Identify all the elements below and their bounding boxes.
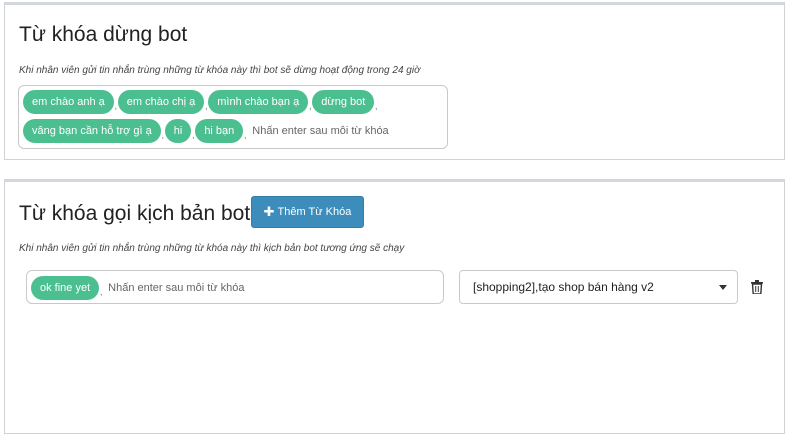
keyword-tag-item: em chào anh ạ, [23,90,118,114]
trigger-keywords-panel: Từ khóa gọi kịch bản bot ✚ Thêm Từ Khóa … [4,179,785,434]
keyword-tag[interactable]: em chào chị ạ [117,90,205,114]
trash-icon[interactable] [751,280,763,294]
trigger-keywords-tag-input[interactable]: ok fine yet, [26,270,444,304]
keyword-tag[interactable]: mình chào bạn ạ [208,90,309,114]
stop-keywords-tag-input[interactable]: em chào anh ạ, em chào chị ạ, mình chào bạ… [18,85,448,149]
keyword-tag[interactable]: ok fine yet [31,276,100,300]
trigger-keywords-hint: Khi nhân viên gửi tin nhắn trùng những t… [19,243,405,254]
keyword-tag[interactable]: hi [164,119,192,143]
keyword-tag-item: ok fine yet, [31,276,103,300]
keyword-tag-item: hi bạn, [195,119,247,143]
keyword-tag-item: vâng bạn cần hỗ trợ gì ạ, [23,119,165,143]
tag-separator: , [374,100,378,112]
keyword-tag-item: mình chào bạn ạ, [208,90,312,114]
stop-keywords-tag-list: em chào anh ạ, em chào chị ạ, mình chào bạ… [23,90,443,148]
add-keyword-button[interactable]: ✚ Thêm Từ Khóa [251,196,364,228]
caret-down-icon [719,284,727,290]
keyword-tag-item: em chào chị ạ, [117,90,208,114]
keyword-entry-input[interactable] [106,275,261,301]
trigger-keywords-tag-list: ok fine yet, [31,275,439,305]
plus-icon: ✚ [263,204,275,219]
trigger-keywords-title: Từ khóa gọi kịch bản bot [19,202,251,225]
keyword-tag[interactable]: hi bạn [195,119,244,143]
scenario-select-value: [shopping2],tạo shop bán hàng v2 [473,280,654,294]
keyword-entry-input[interactable] [250,118,405,144]
stop-keywords-panel: Từ khóa dừng bot Khi nhân viên gửi tin n… [4,2,785,160]
add-keyword-button-label: Thêm Từ Khóa [277,206,352,218]
keyword-tag-item: dừng bot, [312,90,378,114]
tag-separator: , [243,129,247,141]
keyword-tag[interactable]: dừng bot [312,90,375,114]
scenario-select[interactable]: [shopping2],tạo shop bán hàng v2 [459,270,738,304]
stop-keywords-title: Từ khóa dừng bot [19,23,188,46]
stop-keywords-hint: Khi nhân viên gửi tin nhắn trùng những t… [19,65,421,76]
keyword-tag[interactable]: em chào anh ạ [23,90,114,114]
keyword-tag-item: hi, [164,119,196,143]
keyword-tag[interactable]: vâng bạn cần hỗ trợ gì ạ [23,119,161,143]
tag-separator: , [99,286,103,298]
